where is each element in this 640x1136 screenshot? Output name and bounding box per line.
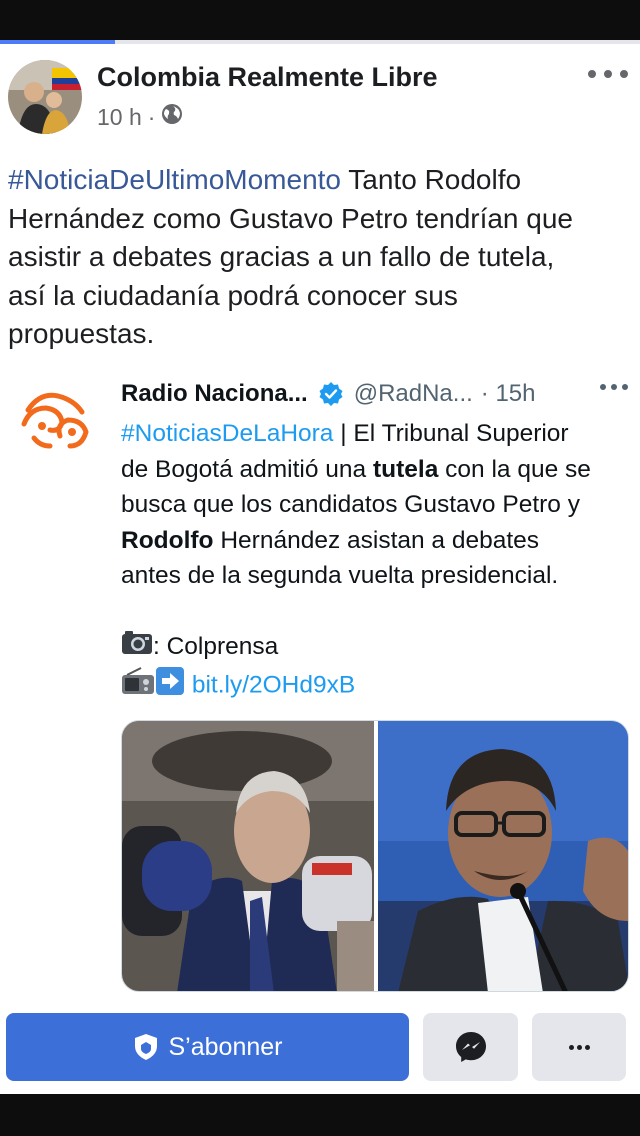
globe-icon bbox=[161, 103, 183, 131]
tweet-handle[interactable]: @RadNa... bbox=[354, 380, 473, 408]
status-bar bbox=[0, 0, 640, 40]
more-icon-dot bbox=[568, 1044, 574, 1050]
bottom-bar bbox=[0, 1094, 640, 1136]
tweet-line: bit.ly/2OHd9xB bbox=[121, 666, 631, 707]
post-meta: 10 h · bbox=[97, 103, 183, 131]
verified-badge-icon bbox=[318, 381, 344, 407]
subscribe-label: S’abonner bbox=[168, 1032, 283, 1061]
post-line-text: Tanto Rodolfo bbox=[341, 164, 522, 195]
embedded-tweet[interactable]: Radio Naciona... @RadNa... · 15h #Notici… bbox=[0, 370, 640, 1000]
tweet-photo-right[interactable] bbox=[378, 721, 628, 991]
tweet-line: antes de la segunda vuelta presidencial. bbox=[121, 562, 559, 589]
tweet-line: : Colprensa bbox=[121, 629, 631, 666]
post-line: propuestas. bbox=[8, 318, 155, 349]
tweet-line: busca que los candidatos Gustavo Petro y bbox=[121, 491, 580, 518]
page-action-row: S’abonner bbox=[6, 1013, 634, 1081]
tweet-header: Radio Naciona... @RadNa... · 15h bbox=[121, 378, 631, 410]
tweet-photos[interactable] bbox=[121, 720, 629, 992]
post-line: así la ciudadanía podrá conocer sus bbox=[8, 279, 458, 311]
tweet-time[interactable]: · 15h bbox=[481, 380, 536, 408]
tweet-bold-text: tutela bbox=[373, 455, 439, 483]
post-header: Colombia Realmente Libre 10 h · bbox=[8, 58, 632, 138]
more-options-button[interactable] bbox=[532, 1013, 626, 1081]
story-progress-track bbox=[0, 40, 640, 44]
camera-icon bbox=[121, 629, 153, 666]
tweet-body: #NoticiasDeLaHora | El Tribunal Superior… bbox=[121, 416, 631, 706]
tweet-author-name[interactable]: Radio Naciona... bbox=[121, 380, 308, 408]
meta-separator: · bbox=[147, 103, 156, 130]
radio-icon bbox=[121, 666, 155, 706]
page-name[interactable]: Colombia Realmente Libre bbox=[97, 62, 438, 93]
page-avatar[interactable] bbox=[8, 60, 82, 134]
tweet-avatar[interactable] bbox=[16, 380, 96, 460]
tweet-link[interactable]: bit.ly/2OHd9xB bbox=[192, 672, 355, 699]
tweet-line-text: Hernández asistan a debates bbox=[213, 526, 540, 554]
tweet-line: de Bogotá admitió una tutela con la que … bbox=[121, 452, 631, 488]
post-hashtag[interactable]: #NoticiaDeUltimoMomento bbox=[8, 164, 341, 195]
shield-icon bbox=[134, 1034, 157, 1060]
post-line: #NoticiaDeUltimoMomento Tanto Rodolfo bbox=[8, 161, 628, 200]
arrow-right-icon bbox=[155, 666, 185, 707]
story-progress-fill bbox=[0, 40, 116, 44]
tweet-line-text: de Bogotá admitió una bbox=[121, 455, 373, 483]
post-time[interactable]: 10 h bbox=[97, 104, 142, 131]
tweet-line-text: | El Tribunal Superior bbox=[333, 420, 569, 447]
more-icon-dot bbox=[584, 1044, 590, 1050]
tweet-options-icon[interactable] bbox=[600, 384, 628, 392]
post-text: #NoticiaDeUltimoMomento Tanto Rodolfo He… bbox=[8, 161, 628, 354]
tweet-line: Rodolfo Hernández asistan a debates bbox=[121, 523, 631, 559]
tweet-photo-left[interactable] bbox=[122, 721, 374, 991]
photo-credit: : Colprensa bbox=[153, 633, 279, 660]
tweet-bold-text: Rodolfo bbox=[121, 526, 214, 554]
subscribe-button[interactable]: S’abonner bbox=[6, 1013, 409, 1081]
messenger-icon bbox=[455, 1032, 486, 1062]
post-options-icon[interactable] bbox=[588, 62, 628, 86]
tweet-line-text: con la que se bbox=[438, 455, 591, 483]
tweet-line: #NoticiasDeLaHora | El Tribunal Superior bbox=[121, 416, 631, 452]
more-icon-dot bbox=[576, 1044, 582, 1050]
post-line: asistir a debates gracias a un fallo de … bbox=[8, 241, 555, 272]
messenger-button[interactable] bbox=[423, 1013, 518, 1081]
post-line: Hernández como Gustavo Petro tendrían qu… bbox=[8, 202, 574, 234]
tweet-hashtag[interactable]: #NoticiasDeLaHora bbox=[121, 420, 333, 447]
